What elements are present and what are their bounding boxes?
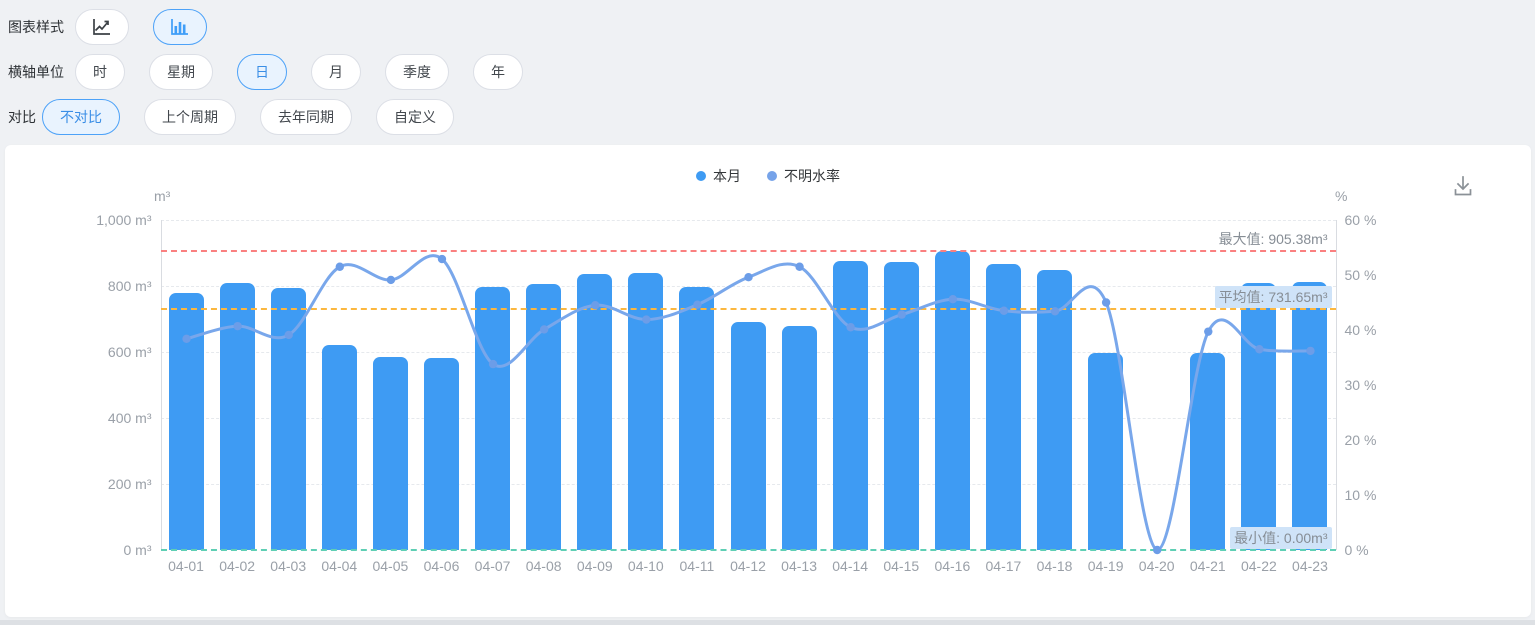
x-axis-label: 04-22 — [1241, 558, 1277, 574]
x-unit-option-month[interactable]: 月 — [311, 54, 361, 90]
right-axis-tick: 40 % — [1345, 322, 1377, 338]
line-point-04-16 — [948, 295, 956, 303]
chart-style-label: 图表样式 — [8, 17, 64, 37]
x-axis-label: 04-08 — [526, 558, 562, 574]
right-axis-tick: 0 % — [1345, 542, 1369, 558]
x-unit-option-year[interactable]: 年 — [473, 54, 523, 90]
x-axis-label: 04-19 — [1088, 558, 1124, 574]
line-point-04-10 — [642, 315, 650, 323]
x-axis-label: 04-04 — [321, 558, 357, 574]
line-point-04-17 — [999, 307, 1007, 315]
x-axis-label: 04-23 — [1292, 558, 1328, 574]
line-point-04-03 — [284, 331, 292, 339]
x-axis-label: 04-20 — [1139, 558, 1175, 574]
x-unit-option-week[interactable]: 星期 — [149, 54, 213, 90]
line-point-04-22 — [1255, 345, 1263, 353]
x-unit-option-quarter[interactable]: 季度 — [385, 54, 449, 90]
x-unit-option-hour[interactable]: 时 — [75, 54, 125, 90]
x-axis-label: 04-14 — [832, 558, 868, 574]
line-point-04-06 — [437, 255, 445, 263]
line-point-04-23 — [1306, 347, 1314, 355]
line-point-04-04 — [335, 263, 343, 271]
x-unit-row: 横轴单位 时星期日月季度年 — [8, 54, 547, 90]
line-point-04-08 — [539, 325, 547, 333]
right-axis-tick: 50 % — [1345, 267, 1377, 283]
compare-label: 对比 — [8, 107, 36, 127]
unknown-water-rate-line — [161, 220, 1336, 556]
chart-toolbar: 图表样式 横轴单位 时星期日月季度年 对比 不对比上个周期去年同期自定义 — [0, 0, 547, 144]
line-point-04-07 — [488, 360, 496, 368]
right-axis-tick: 10 % — [1345, 487, 1377, 503]
x-axis-label: 04-13 — [781, 558, 817, 574]
x-axis-label: 04-07 — [475, 558, 511, 574]
bar-chart-icon — [169, 17, 191, 37]
line-point-04-18 — [1050, 307, 1058, 315]
right-axis-tick: 30 % — [1345, 377, 1377, 393]
x-axis-label: 04-02 — [219, 558, 255, 574]
line-point-04-11 — [693, 301, 701, 309]
bottom-scroll-strip — [0, 620, 1535, 625]
x-axis-label: 04-16 — [934, 558, 970, 574]
left-axis-tick: 400 m³ — [108, 410, 152, 426]
chart-panel: 本月不明水率 m³ % 1,000 m³800 m³600 m³400 m³20… — [5, 145, 1531, 617]
x-axis-label: 04-03 — [270, 558, 306, 574]
x-unit-option-day-selected[interactable]: 日 — [237, 54, 287, 90]
x-axis-label: 04-18 — [1037, 558, 1073, 574]
y-axis-right-line — [1336, 220, 1337, 550]
x-axis-label: 04-09 — [577, 558, 613, 574]
line-point-04-05 — [386, 276, 394, 284]
line-point-04-19 — [1101, 298, 1109, 306]
line-point-04-21 — [1204, 327, 1212, 335]
line-point-04-20 — [1152, 546, 1160, 554]
left-axis-tick: 800 m³ — [108, 278, 152, 294]
right-axis-tick: 60 % — [1345, 212, 1377, 228]
compare-option-no-compare-selected[interactable]: 不对比 — [42, 99, 120, 135]
line-point-04-02 — [233, 322, 241, 330]
left-axis-tick: 0 m³ — [124, 542, 152, 558]
right-axis-tick: 20 % — [1345, 432, 1377, 448]
compare-option-previous-period[interactable]: 上个周期 — [144, 99, 236, 135]
x-axis-label: 04-21 — [1190, 558, 1226, 574]
x-axis-label: 04-11 — [680, 558, 715, 574]
x-axis-label: 04-01 — [168, 558, 204, 574]
chart-style-option-bar-style-selected[interactable] — [153, 9, 207, 45]
x-axis-label: 04-06 — [424, 558, 460, 574]
line-point-04-15 — [897, 310, 905, 318]
chart-plot-area: 1,000 m³ 800 m³ 600 m³ 400 m³ 200 m³ 0 m³ 60 %… — [5, 145, 1531, 617]
line-point-04-09 — [591, 301, 599, 309]
left-axis-tick: 1,000 m³ — [96, 212, 151, 228]
left-axis-tick: 600 m³ — [108, 344, 152, 360]
line-point-04-13 — [795, 263, 803, 271]
line-point-04-01 — [182, 335, 190, 343]
left-axis-tick: 200 m³ — [108, 476, 152, 492]
x-axis-label: 04-17 — [986, 558, 1022, 574]
compare-row: 对比 不对比上个周期去年同期自定义 — [8, 99, 547, 135]
x-axis-label: 04-12 — [730, 558, 766, 574]
x-axis-label: 04-10 — [628, 558, 664, 574]
line-chart-icon — [91, 17, 113, 37]
x-unit-label: 横轴单位 — [8, 62, 64, 82]
compare-option-custom[interactable]: 自定义 — [376, 99, 454, 135]
x-axis-label: 04-15 — [883, 558, 919, 574]
chart-style-option-line-style[interactable] — [75, 9, 129, 45]
x-axis-label: 04-05 — [372, 558, 408, 574]
line-point-04-12 — [744, 273, 752, 281]
compare-option-same-period-last-year[interactable]: 去年同期 — [260, 99, 352, 135]
line-point-04-14 — [846, 323, 854, 331]
chart-style-row: 图表样式 — [8, 9, 547, 45]
